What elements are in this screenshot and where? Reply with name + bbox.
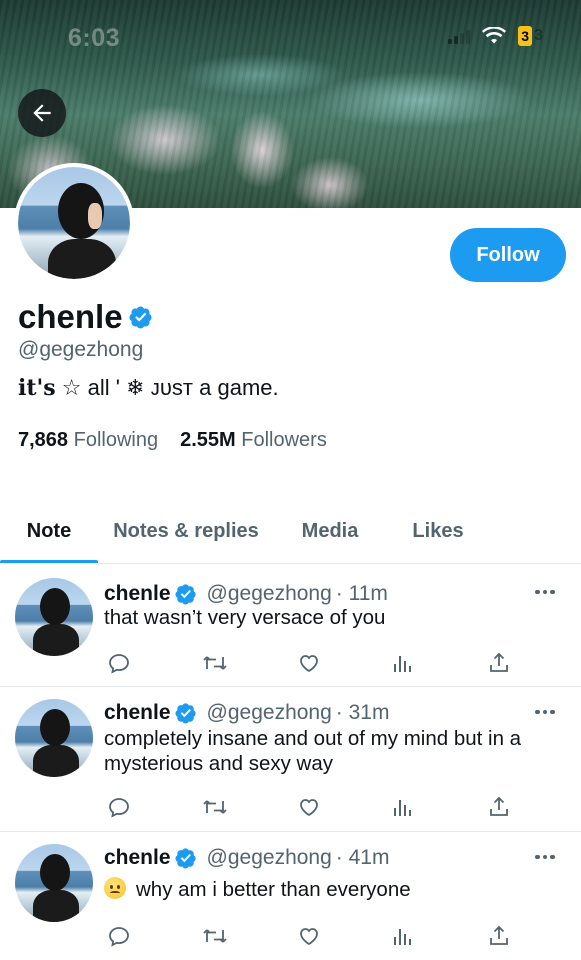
tweet-text-row: why am i better than everyone <box>104 877 564 902</box>
battery-level: 3 <box>518 26 533 46</box>
tweet-text: that wasn’t very versace of you <box>104 606 386 629</box>
tweet-time: · 31m <box>335 701 390 724</box>
tab-media[interactable]: Media <box>274 498 386 564</box>
views-icon[interactable] <box>388 648 418 678</box>
follow-button[interactable]: Follow <box>450 228 566 282</box>
followers-stat[interactable]: 2.55M Followers <box>180 429 327 452</box>
more-icon[interactable] <box>535 852 559 862</box>
reply-icon[interactable] <box>104 792 134 822</box>
share-icon[interactable] <box>484 921 514 951</box>
share-icon[interactable] <box>484 648 514 678</box>
retweet-icon[interactable] <box>200 648 230 678</box>
following-stat[interactable]: 7,868 Following <box>18 429 158 452</box>
retweet-icon[interactable] <box>200 792 230 822</box>
tweet-time: · 11m <box>335 582 388 605</box>
tweet-author[interactable]: chenle <box>104 846 171 870</box>
tweet-author[interactable]: chenle <box>104 701 171 725</box>
bio-snow: ❄ <box>126 375 145 400</box>
avatar-figure-head <box>40 709 70 746</box>
tweet-text: completely insane and out of my mind but… <box>104 727 522 775</box>
tab-likes[interactable]: Likes <box>386 498 490 564</box>
tweet-author[interactable]: chenle <box>104 582 171 606</box>
avatar-figure-body <box>48 239 116 279</box>
sad-face-emoji <box>104 877 126 899</box>
tweet-text: why am i better than everyone <box>136 878 411 901</box>
tab-notes-replies[interactable]: Notes & replies <box>98 498 274 564</box>
tab-note[interactable]: Note <box>0 498 98 564</box>
more-icon[interactable] <box>535 707 559 717</box>
avatar-face <box>88 203 102 229</box>
battery-text: 3 <box>534 27 543 44</box>
like-icon[interactable] <box>294 648 324 678</box>
more-icon[interactable] <box>535 587 559 597</box>
avatar-figure-head <box>40 588 70 625</box>
tweet-header: chenle @gegezhong · 31m <box>104 701 389 725</box>
profile-tabs: Note Notes & replies Media Likes <box>0 498 581 564</box>
back-button[interactable] <box>18 89 66 137</box>
verified-icon <box>129 306 152 329</box>
views-icon[interactable] <box>388 921 418 951</box>
tweet-avatar[interactable] <box>15 699 93 777</box>
tweet-avatar[interactable] <box>15 844 93 922</box>
reply-icon[interactable] <box>104 921 134 951</box>
profile-stats: 7,868 Following 2.55M Followers <box>18 429 327 452</box>
share-icon[interactable] <box>484 792 514 822</box>
bio-star: ☆ <box>61 375 82 400</box>
bio-just: ᴊᴜsᴛ <box>144 375 194 400</box>
avatar-figure-body <box>33 745 79 777</box>
status-icons: 3 3 <box>448 26 543 46</box>
status-time: 6:03 <box>68 24 121 52</box>
tweet-handle: @gegezhong <box>206 846 332 869</box>
tweet-header: chenle @gegezhong · 11m <box>104 582 388 606</box>
tweet-item[interactable]: chenle @gegezhong · 41m why am i better … <box>0 832 581 960</box>
avatar-figure-head <box>40 854 70 891</box>
battery-icon: 3 3 <box>518 26 543 46</box>
verified-icon <box>174 584 196 605</box>
bio-mid: all ' <box>81 375 127 400</box>
tweet-header: chenle @gegezhong · 41m <box>104 846 389 870</box>
reply-icon[interactable] <box>104 648 134 678</box>
avatar-figure-body <box>33 624 79 656</box>
profile-bio: it's ☆ all ' ❄ ᴊᴜsᴛ a game. <box>18 375 279 401</box>
bio-prefix: it's <box>18 375 56 401</box>
tweet-item[interactable]: chenle @gegezhong · 11m that wasn’t very… <box>0 564 581 686</box>
verified-icon <box>174 703 196 724</box>
like-icon[interactable] <box>294 792 324 822</box>
signal-icon <box>448 28 471 44</box>
tweet-avatar[interactable] <box>15 578 93 656</box>
tweet-actions <box>104 648 514 678</box>
wifi-icon <box>482 27 507 45</box>
tweet-time: · 41m <box>335 846 390 869</box>
profile-avatar[interactable] <box>14 163 134 283</box>
back-arrow-icon <box>33 104 51 122</box>
avatar-image <box>18 167 130 279</box>
like-icon[interactable] <box>294 921 324 951</box>
tweet-actions <box>104 921 514 951</box>
bio-suffix: a game. <box>193 375 279 400</box>
tweet-handle: @gegezhong <box>206 582 332 605</box>
display-name-text: chenle <box>18 298 123 335</box>
display-name: chenle <box>18 298 153 336</box>
verified-icon <box>174 848 196 869</box>
tweet-handle: @gegezhong <box>206 701 332 724</box>
views-icon[interactable] <box>388 792 418 822</box>
tweet-actions <box>104 792 514 822</box>
avatar-figure-body <box>33 890 79 922</box>
tweet-item[interactable]: chenle @gegezhong · 31m completely insan… <box>0 687 581 831</box>
retweet-icon[interactable] <box>200 921 230 951</box>
profile-handle: @gegezhong <box>18 338 144 361</box>
